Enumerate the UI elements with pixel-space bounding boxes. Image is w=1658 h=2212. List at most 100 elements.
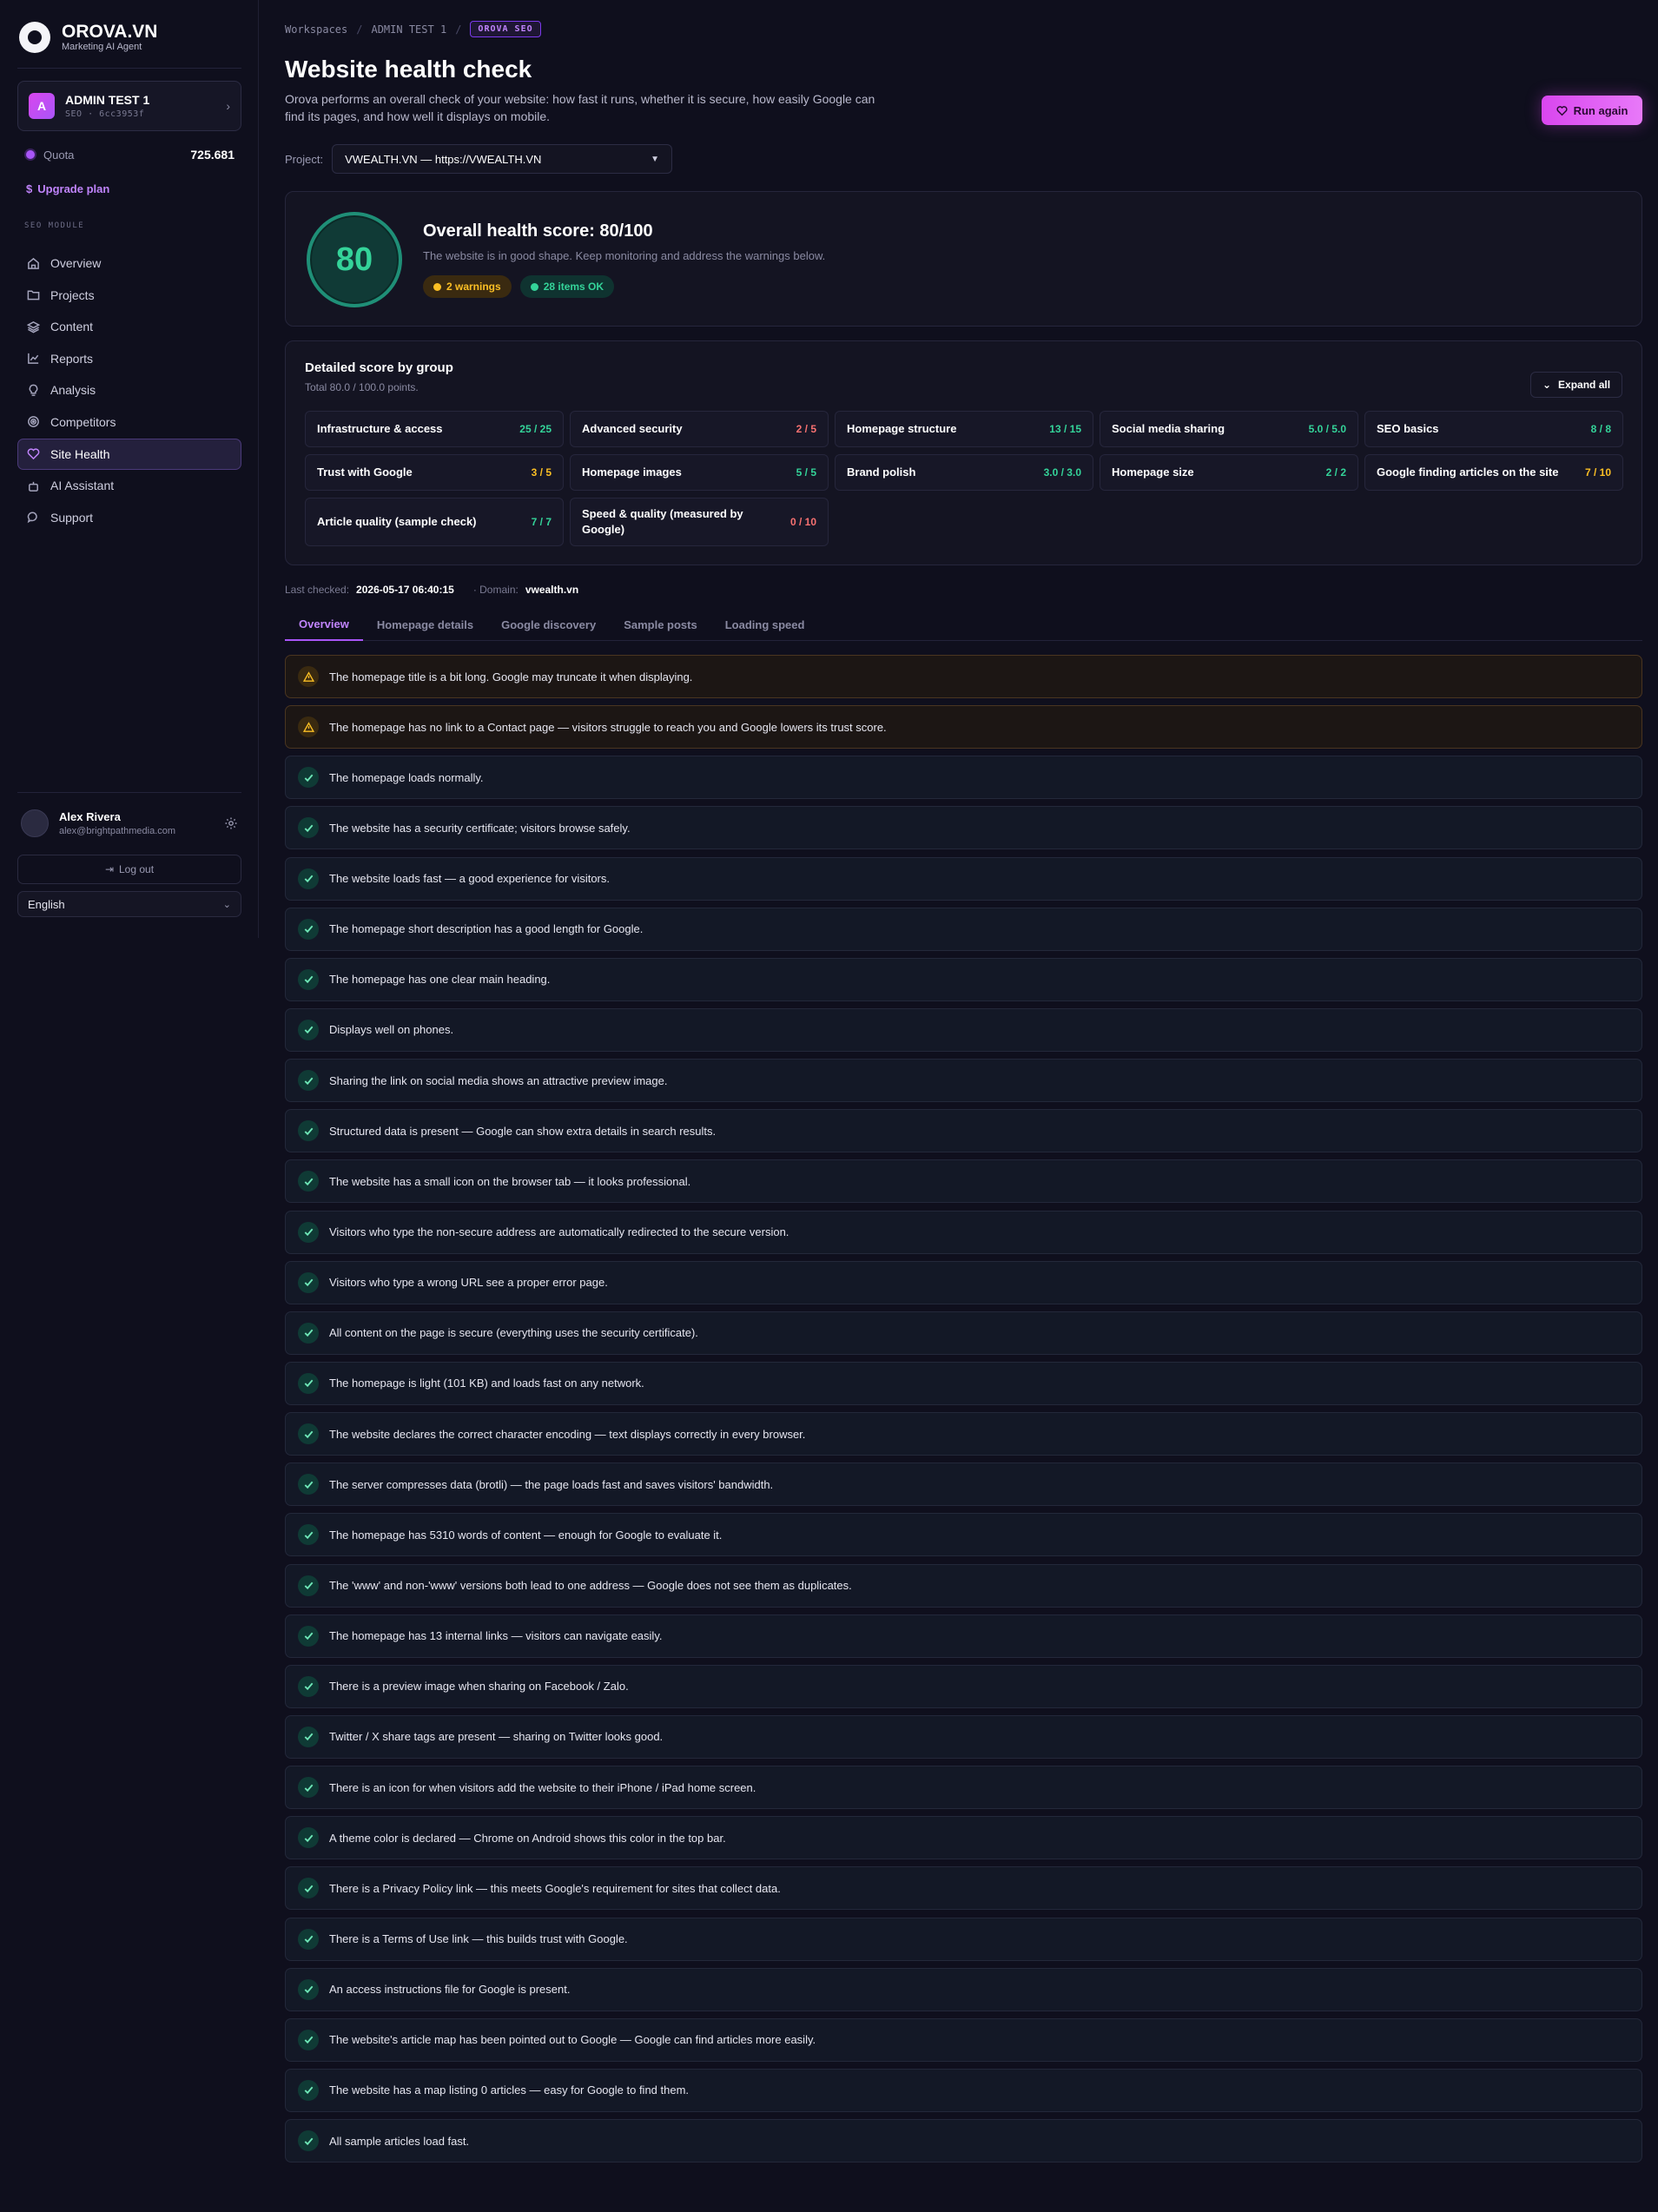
group-score-item[interactable]: Infrastructure & access 25 / 25 — [305, 411, 564, 447]
check-icon — [298, 1827, 319, 1849]
check-item[interactable]: The homepage short description has a goo… — [285, 907, 1642, 951]
check-item[interactable]: The website has a small icon on the brow… — [285, 1159, 1642, 1204]
sidebar-item-reports[interactable]: Reports — [17, 343, 241, 374]
group-score-item[interactable]: Article quality (sample check) 7 / 7 — [305, 498, 564, 546]
sidebar-item-competitors[interactable]: Competitors — [17, 406, 241, 438]
sidebar-item-label: Overview — [50, 256, 102, 270]
tab-homepage-details[interactable]: Homepage details — [363, 608, 487, 641]
check-icon — [298, 918, 319, 940]
gear-icon[interactable] — [224, 816, 238, 830]
check-item[interactable]: All content on the page is secure (every… — [285, 1311, 1642, 1355]
quota: Quota 725.681 — [26, 148, 234, 162]
check-item[interactable]: The homepage has 5310 words of content —… — [285, 1513, 1642, 1557]
check-item[interactable]: The website loads fast — a good experien… — [285, 856, 1642, 901]
group-score: 3.0 / 3.0 — [1043, 466, 1081, 479]
group-score: 8 / 8 — [1590, 423, 1611, 435]
sidebar-item-ai-assistant[interactable]: AI Assistant — [17, 470, 241, 501]
group-score-item[interactable]: Brand polish 3.0 / 3.0 — [835, 454, 1093, 491]
check-item[interactable]: There is a Privacy Policy link — this me… — [285, 1866, 1642, 1911]
avatar[interactable] — [21, 809, 49, 837]
check-item[interactable]: The homepage is light (101 KB) and loads… — [285, 1361, 1642, 1405]
check-item[interactable]: The website has a security certificate; … — [285, 806, 1642, 850]
check-icon — [298, 1777, 319, 1799]
tab-loading-speed[interactable]: Loading speed — [711, 608, 819, 641]
sidebar-item-overview[interactable]: Overview — [17, 248, 241, 279]
group-score-item[interactable]: Advanced security 2 / 5 — [570, 411, 829, 447]
check-item[interactable]: Visitors who type a wrong URL see a prop… — [285, 1260, 1642, 1304]
check-text: Visitors who type the non-secure address… — [329, 1225, 789, 1239]
group-score-item[interactable]: Social media sharing 5.0 / 5.0 — [1100, 411, 1358, 447]
check-text: The homepage has no link to a Contact pa… — [329, 720, 887, 734]
check-icon — [298, 1070, 319, 1092]
expand-all-button[interactable]: ⌄ Expand all — [1530, 372, 1622, 398]
check-item[interactable]: The server compresses data (brotli) — th… — [285, 1463, 1642, 1507]
target-icon — [28, 416, 39, 428]
project-select[interactable]: VWEALTH.VN — https://VWEALTH.VN ▼ — [332, 144, 673, 174]
check-text: The website has a map listing 0 articles… — [329, 2083, 690, 2097]
upgrade-plan-link[interactable]: $ Upgrade plan — [26, 182, 115, 195]
check-item[interactable]: The 'www' and non-'www' versions both le… — [285, 1563, 1642, 1608]
check-item[interactable]: The homepage title is a bit long. Google… — [285, 655, 1642, 698]
project-selector: Project: VWEALTH.VN — https://VWEALTH.VN… — [285, 144, 673, 174]
check-item[interactable]: There is a Terms of Use link — this buil… — [285, 1917, 1642, 1961]
sidebar-item-analysis[interactable]: Analysis — [17, 374, 241, 406]
page-description: Orova performs an overall check of your … — [285, 92, 875, 123]
brand-subtitle: Marketing AI Agent — [62, 41, 142, 52]
run-again-button[interactable]: Run again — [1542, 96, 1642, 125]
logout-button[interactable]: ⇥ Log out — [17, 855, 241, 884]
group-name: Google finding articles on the site — [1377, 466, 1559, 479]
check-item[interactable]: The homepage has one clear main heading. — [285, 957, 1642, 1001]
check-item[interactable]: The homepage has 13 internal links — vis… — [285, 1614, 1642, 1658]
group-score-item[interactable]: Homepage size 2 / 2 — [1100, 454, 1358, 491]
sidebar-item-site-health[interactable]: Site Health — [17, 438, 241, 470]
check-item[interactable]: Twitter / X share tags are present — sha… — [285, 1714, 1642, 1759]
workspace-avatar: A — [29, 93, 55, 119]
folder-icon — [27, 290, 40, 300]
check-text: Sharing the link on social media shows a… — [329, 1073, 668, 1087]
brand[interactable]: OROVA.VN Marketing AI Agent — [19, 22, 157, 53]
check-icon — [298, 2029, 319, 2050]
language-select[interactable]: English ⌄ — [17, 891, 241, 917]
check-text: The homepage short description has a goo… — [329, 922, 644, 936]
check-item[interactable]: The website declares the correct charact… — [285, 1412, 1642, 1456]
check-item[interactable]: There is an icon for when visitors add t… — [285, 1766, 1642, 1810]
check-item[interactable]: An access instructions file for Google i… — [285, 1967, 1642, 2011]
group-score-item[interactable]: Trust with Google 3 / 5 — [305, 454, 564, 491]
group-score-item[interactable]: Homepage structure 13 / 15 — [835, 411, 1093, 447]
sidebar-item-support[interactable]: Support — [17, 502, 241, 533]
check-meta: Last checked: 2026-05-17 06:40:15 · Doma… — [285, 584, 591, 596]
sidebar-item-label: Projects — [50, 287, 95, 302]
check-item[interactable]: The homepage loads normally. — [285, 756, 1642, 800]
breadcrumb-workspaces[interactable]: Workspaces — [285, 23, 347, 36]
check-text: Displays well on phones. — [329, 1023, 454, 1037]
group-score-item[interactable]: Homepage images 5 / 5 — [570, 454, 829, 491]
workspace-switcher[interactable]: A ADMIN TEST 1 SEO · 6cc3953f › — [17, 81, 241, 131]
tab-google-discovery[interactable]: Google discovery — [487, 608, 610, 641]
check-item[interactable]: The website has a map listing 0 articles… — [285, 2068, 1642, 2112]
tab-sample-posts[interactable]: Sample posts — [610, 608, 711, 641]
group-score-item[interactable]: SEO basics 8 / 8 — [1364, 411, 1623, 447]
check-item[interactable]: The homepage has no link to a Contact pa… — [285, 705, 1642, 749]
group-score-item[interactable]: Speed & quality (measured by Google) 0 / … — [570, 498, 829, 546]
check-icon — [298, 1120, 319, 1142]
group-name: Trust with Google — [317, 466, 413, 479]
check-item[interactable]: The website's article map has been point… — [285, 2017, 1642, 2062]
check-item[interactable]: A theme color is declared — Chrome on An… — [285, 1816, 1642, 1860]
score-title: Overall health score: 80/100 — [423, 221, 653, 241]
sidebar-item-content[interactable]: Content — [17, 311, 241, 342]
check-icon — [298, 1019, 319, 1040]
check-item[interactable]: There is a preview image when sharing on… — [285, 1664, 1642, 1708]
check-item[interactable]: Structured data is present — Google can … — [285, 1109, 1642, 1153]
group-score-item[interactable]: Google finding articles on the site 7 / 1… — [1364, 454, 1623, 491]
check-item[interactable]: All sample articles load fast. — [285, 2119, 1642, 2163]
group-score: 0 / 10 — [789, 516, 816, 528]
group-score: 2 / 5 — [796, 423, 816, 435]
check-item[interactable]: Sharing the link on social media shows a… — [285, 1059, 1642, 1103]
domain-label: · Domain: — [472, 584, 519, 596]
sidebar-item-projects[interactable]: Projects — [17, 280, 241, 311]
check-item[interactable]: Visitors who type the non-secure address… — [285, 1210, 1642, 1254]
breadcrumb-workspace[interactable]: ADMIN TEST 1 — [371, 23, 446, 36]
tab-overview[interactable]: Overview — [285, 608, 363, 641]
check-icon — [298, 1171, 319, 1192]
check-item[interactable]: Displays well on phones. — [285, 1007, 1642, 1052]
